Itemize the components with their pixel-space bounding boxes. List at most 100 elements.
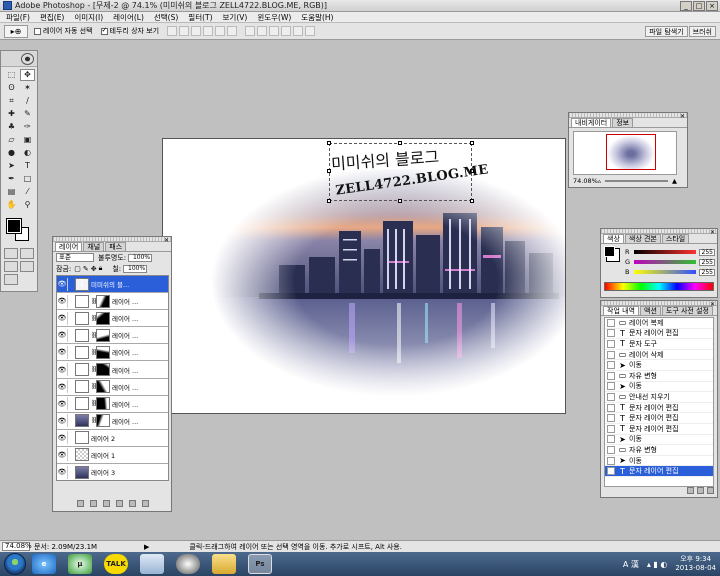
history-item[interactable]: ➤ 이동 bbox=[605, 456, 713, 467]
distribute-bottom-icon[interactable] bbox=[269, 26, 280, 36]
notes-tool-icon[interactable]: ▤ bbox=[4, 186, 19, 198]
history-item[interactable]: T 문자 레이어 편집 bbox=[605, 424, 713, 435]
menu-select[interactable]: 선택(S) bbox=[154, 12, 178, 23]
layer-thumbnail[interactable] bbox=[75, 311, 89, 325]
adjustment-layer-icon[interactable] bbox=[115, 500, 123, 507]
eraser-tool-icon[interactable]: ▱ bbox=[4, 134, 19, 146]
internet-explorer-icon[interactable]: e bbox=[32, 554, 56, 574]
tab-info[interactable]: 정보 bbox=[612, 118, 634, 127]
media-player-icon[interactable] bbox=[176, 554, 200, 574]
zoom-in-icon[interactable]: ▲ bbox=[672, 177, 677, 185]
color-fg-bg-swatch[interactable] bbox=[604, 246, 620, 262]
tab-color[interactable]: 색상 bbox=[603, 234, 624, 243]
lock-image-icon[interactable]: ✎ bbox=[83, 265, 89, 273]
healing-brush-tool-icon[interactable]: ✚ bbox=[4, 108, 19, 120]
history-brush-source-box[interactable] bbox=[607, 445, 615, 454]
tool-preset-picker[interactable]: ▸⊕ bbox=[4, 24, 28, 38]
red-slider[interactable] bbox=[634, 250, 696, 254]
history-item[interactable]: ▭ 레이어 복제 bbox=[605, 318, 713, 329]
distribute-vcenter-icon[interactable] bbox=[257, 26, 268, 36]
maximize-button[interactable]: □ bbox=[693, 1, 705, 11]
brush-tool-icon[interactable]: ✎ bbox=[20, 108, 35, 120]
zoom-out-icon[interactable]: ▵ bbox=[598, 177, 601, 185]
history-item[interactable]: T 문자 도구 bbox=[605, 339, 713, 350]
close-button[interactable]: × bbox=[706, 1, 718, 11]
layer-mask-thumbnail[interactable] bbox=[96, 311, 110, 325]
layer-row[interactable]: 👁︎ ⛓︎ 레이어 ... bbox=[57, 361, 168, 379]
layer-mask-thumbnail[interactable] bbox=[96, 328, 110, 342]
history-item[interactable]: ➤ 이동 bbox=[605, 360, 713, 371]
app-window-icon[interactable] bbox=[140, 554, 164, 574]
history-brush-source-box[interactable] bbox=[607, 371, 615, 380]
tab-layers[interactable]: 레이어 bbox=[55, 242, 83, 251]
fill-field[interactable]: 100% bbox=[123, 264, 148, 273]
blue-value-field[interactable]: 255 bbox=[699, 268, 715, 276]
text-layer-thumbnail-icon[interactable]: T bbox=[75, 277, 89, 291]
ime-indicator[interactable]: A 漢 bbox=[623, 559, 639, 570]
delete-layer-icon[interactable] bbox=[141, 500, 149, 507]
history-item[interactable]: T 문자 레이어 편집 bbox=[605, 413, 713, 424]
align-left-icon[interactable] bbox=[203, 26, 214, 36]
folder-icon[interactable] bbox=[212, 554, 236, 574]
gradient-tool-icon[interactable]: ▣ bbox=[20, 134, 35, 146]
show-bounds-checkbox-box[interactable] bbox=[100, 26, 108, 35]
visibility-eye-icon[interactable]: 👁︎ bbox=[57, 417, 67, 425]
new-layer-icon[interactable] bbox=[128, 500, 136, 507]
menu-filter[interactable]: 필터(T) bbox=[188, 12, 212, 23]
path-selection-tool-icon[interactable]: ➤ bbox=[4, 160, 19, 172]
tab-channels[interactable]: 채널 bbox=[83, 242, 105, 251]
visibility-eye-icon[interactable]: 👁︎ bbox=[57, 366, 67, 374]
align-right-icon[interactable] bbox=[227, 26, 238, 36]
layer-link-cell[interactable] bbox=[67, 448, 75, 462]
transform-handle[interactable] bbox=[327, 169, 331, 173]
palette-close-icon[interactable]: ✕ bbox=[710, 301, 715, 308]
distribute-right-icon[interactable] bbox=[305, 26, 316, 36]
history-item[interactable]: ➤ 이동 bbox=[605, 435, 713, 446]
show-bounding-box-checkbox[interactable]: 테두리 상자 보기 bbox=[100, 26, 159, 36]
crop-tool-icon[interactable]: ⌗ bbox=[4, 95, 19, 107]
transform-handle[interactable] bbox=[470, 199, 474, 203]
history-brush-source-box[interactable] bbox=[607, 403, 615, 412]
layer-row[interactable]: 👁︎ 레이어 2 bbox=[57, 430, 168, 447]
visibility-eye-icon[interactable]: 👁︎ bbox=[57, 297, 67, 305]
blur-tool-icon[interactable]: ● bbox=[4, 147, 19, 159]
layer-link-cell[interactable] bbox=[67, 277, 75, 291]
layer-thumbnail[interactable] bbox=[75, 414, 89, 428]
history-brush-source-box[interactable] bbox=[607, 361, 615, 370]
distribute-hcenter-icon[interactable] bbox=[293, 26, 304, 36]
tab-tool-presets[interactable]: 도구 사전 설정 bbox=[661, 306, 713, 315]
layer-link-cell[interactable] bbox=[67, 294, 75, 308]
layer-link-cell[interactable] bbox=[67, 311, 75, 325]
transform-handle[interactable] bbox=[398, 199, 402, 203]
visibility-eye-icon[interactable]: 👁︎ bbox=[57, 383, 67, 391]
palette-close-icon[interactable]: ✕ bbox=[710, 229, 715, 236]
palette-close-icon[interactable]: ✕ bbox=[164, 237, 169, 244]
auto-select-layer-checkbox[interactable]: 레이어 자동 선택 bbox=[34, 26, 93, 36]
palette-close-icon[interactable]: ✕ bbox=[680, 113, 685, 120]
slice-tool-icon[interactable]: ∕ bbox=[20, 95, 35, 107]
history-brush-source-box[interactable] bbox=[607, 318, 615, 327]
visibility-eye-icon[interactable]: 👁︎ bbox=[57, 331, 67, 339]
visibility-eye-icon[interactable]: 👁︎ bbox=[57, 434, 67, 442]
file-browser-tab[interactable]: 파일 탐색기 bbox=[645, 26, 688, 37]
jump-to-imageready-icon[interactable] bbox=[4, 274, 18, 285]
new-set-icon[interactable] bbox=[102, 500, 110, 507]
navigator-zoom-value[interactable]: 74.08% bbox=[573, 177, 598, 185]
color-spectrum-ramp[interactable] bbox=[604, 282, 714, 291]
type-tool-icon[interactable]: T bbox=[20, 160, 35, 172]
navigator-preview[interactable] bbox=[573, 131, 677, 175]
visibility-eye-icon[interactable]: 👁︎ bbox=[57, 451, 67, 459]
lock-all-icon[interactable]: 🔒︎ bbox=[99, 264, 103, 273]
history-item[interactable]: ▭ 자유 변형 bbox=[605, 371, 713, 382]
layer-mask-thumbnail[interactable] bbox=[96, 414, 110, 428]
layer-thumbnail[interactable] bbox=[75, 328, 89, 342]
history-brush-source-box[interactable] bbox=[607, 382, 615, 391]
align-bottom-icon[interactable] bbox=[191, 26, 202, 36]
history-item[interactable]: ▭ 안내선 지우기 bbox=[605, 392, 713, 403]
history-item[interactable]: T 문자 레이어 편집 bbox=[605, 329, 713, 340]
shape-tool-icon[interactable]: □ bbox=[20, 173, 35, 185]
lock-transparency-icon[interactable]: ▢ bbox=[74, 265, 81, 273]
brushes-tab[interactable]: 브러쉬 bbox=[688, 26, 716, 37]
minimize-button[interactable]: _ bbox=[680, 1, 692, 11]
history-brush-source-box[interactable] bbox=[607, 424, 615, 433]
